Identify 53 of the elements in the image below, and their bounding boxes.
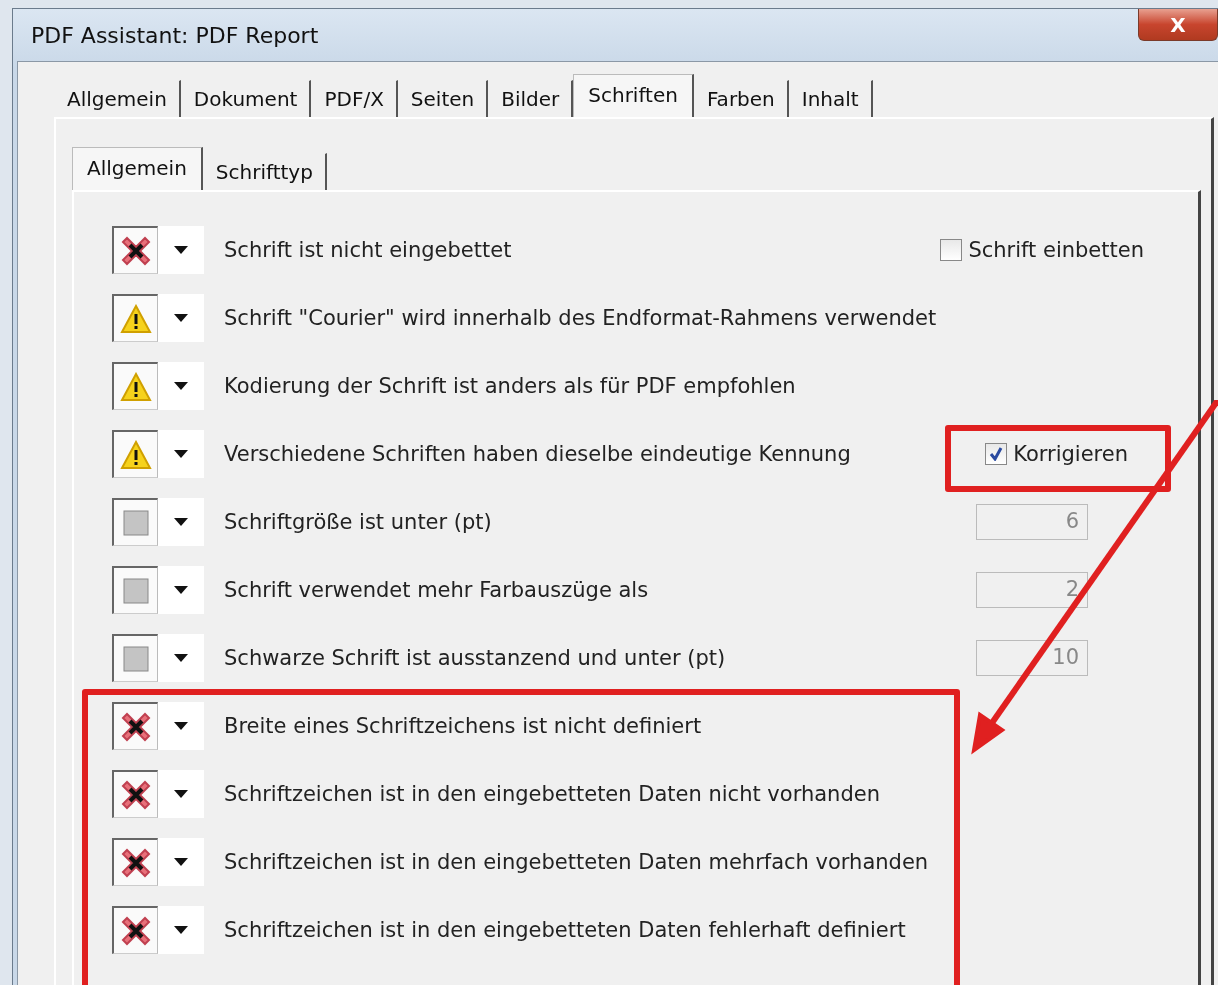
dropdown-button[interactable] — [158, 362, 204, 410]
caret-icon — [174, 450, 188, 458]
caret-icon — [174, 654, 188, 662]
checkbox-label: Schrift einbetten — [968, 238, 1144, 262]
caret-icon — [174, 314, 188, 322]
dropdown-button[interactable] — [158, 430, 204, 478]
status-button[interactable] — [112, 906, 158, 954]
caret-icon — [174, 382, 188, 390]
dropdown-button[interactable] — [158, 770, 204, 818]
caret-icon — [174, 790, 188, 798]
checkbox[interactable] — [940, 239, 963, 261]
close-button[interactable]: X — [1138, 9, 1218, 41]
square-icon — [122, 645, 149, 672]
caret-icon — [174, 246, 188, 254]
dropdown-button[interactable] — [158, 838, 204, 886]
warning-icon — [119, 303, 152, 334]
dropdown-button[interactable] — [158, 226, 204, 274]
status-button[interactable] — [112, 226, 158, 274]
warning-icon — [119, 371, 152, 402]
caret-icon — [174, 722, 188, 730]
check-label: Breite eines Schriftzeichens ist nicht definiert — [224, 714, 703, 738]
dropdown-button[interactable] — [158, 906, 204, 954]
dropdown-button[interactable] — [158, 294, 204, 342]
dropdown-button[interactable] — [158, 634, 204, 682]
square-icon — [122, 577, 149, 604]
tab[interactable]: Allgemein — [72, 147, 203, 190]
dropdown-button[interactable] — [158, 566, 204, 614]
check-label: Schrift "Courier" wird innerhalb des Endformat-Rahmens verwendet — [224, 306, 938, 330]
check-label: Schrift ist nicht eingebettet — [224, 238, 513, 262]
check-label: Schwarze Schrift ist ausstanzend und unter (pt) — [224, 646, 727, 670]
window-title: PDF Assistant: PDF Report — [31, 22, 319, 48]
caret-icon — [174, 518, 188, 526]
warning-icon — [119, 439, 152, 470]
check-label: Schriftgröße ist unter (pt) — [224, 510, 493, 534]
dropdown-button[interactable] — [158, 498, 204, 546]
check-label: Schriftzeichen ist in den eingebetteten Daten nicht vorhanden — [224, 782, 881, 806]
checkbox-label: Korrigieren — [1013, 442, 1128, 466]
caret-icon — [174, 858, 188, 866]
check-label: Verschiedene Schriften haben dieselbe eindeutige Kennung — [224, 442, 852, 466]
tab[interactable]: Schriften — [573, 74, 694, 117]
check-label: Schriftzeichen ist in den eingebetteten Daten fehlerhaft definiert — [224, 918, 907, 942]
check-label: Schriftzeichen ist in den eingebetteten Daten mehrfach vorhanden — [224, 850, 930, 874]
checkbox[interactable] — [985, 443, 1008, 465]
square-icon — [122, 509, 149, 536]
check-label: Schrift verwendet mehr Farbauszüge als — [224, 578, 650, 602]
check-label: Kodierung der Schrift ist anders als für PDF empfohlen — [224, 374, 797, 398]
caret-icon — [174, 586, 188, 594]
caret-icon — [174, 926, 188, 934]
status-button[interactable] — [112, 770, 158, 818]
status-button[interactable] — [112, 702, 158, 750]
check-icon — [989, 447, 1004, 461]
status-button[interactable] — [112, 838, 158, 886]
dropdown-button[interactable] — [158, 702, 204, 750]
